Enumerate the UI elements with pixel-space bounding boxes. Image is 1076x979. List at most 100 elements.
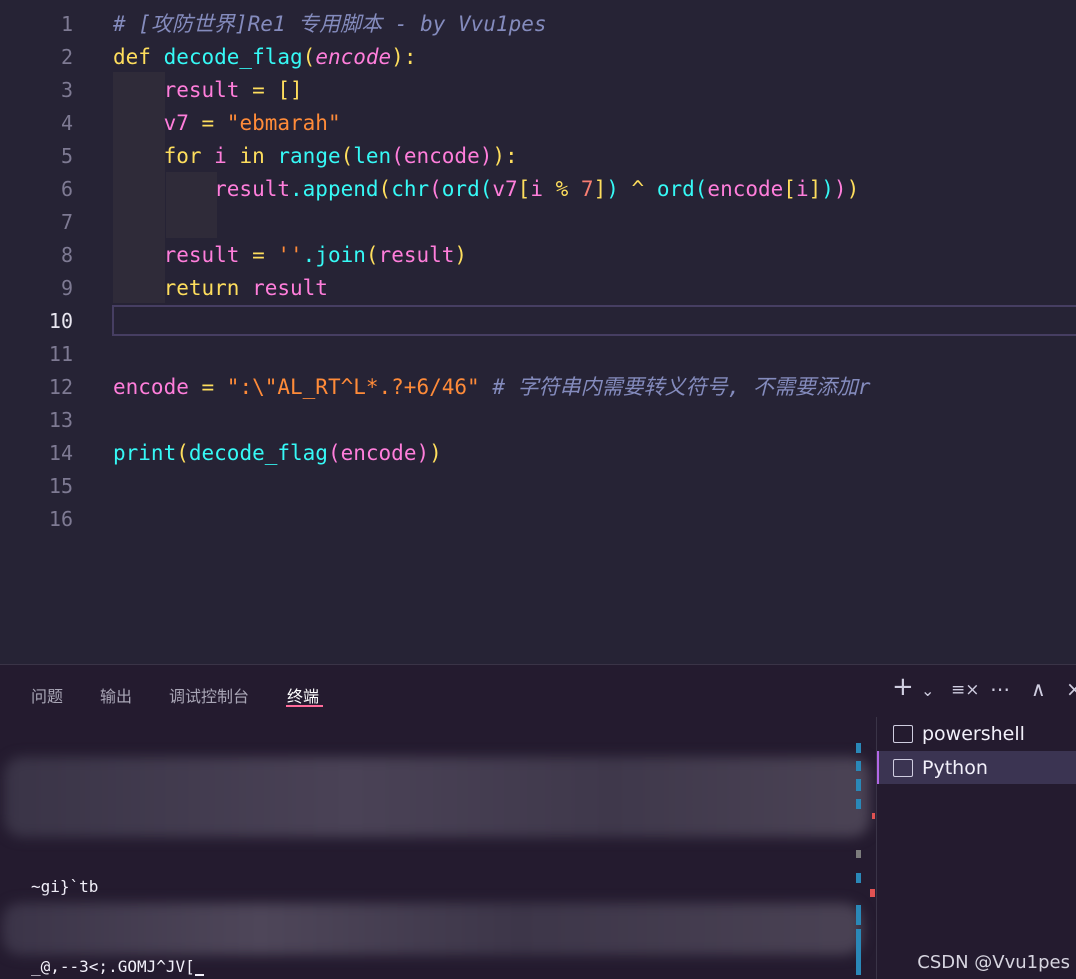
code-token: range <box>277 144 341 168</box>
code-line[interactable]: 13 <box>0 404 1076 437</box>
code-token: ) <box>846 177 860 201</box>
tab-output[interactable]: 输出 <box>100 683 132 707</box>
line-number: 3 <box>60 78 73 102</box>
code-line[interactable]: 7 <box>0 206 1076 239</box>
code-token: ) <box>416 441 430 465</box>
code-token: % <box>555 177 581 201</box>
code-token: ] <box>593 177 607 201</box>
code-token: for <box>113 144 215 168</box>
code-token: = <box>188 375 227 399</box>
scroll-marker <box>856 743 861 753</box>
chevron-down-icon[interactable]: ⌄ <box>921 681 934 700</box>
code-token: 7 <box>580 177 594 201</box>
code-token: ) <box>833 177 847 201</box>
terminal-item-python[interactable]: Python <box>877 751 1076 784</box>
active-tab-underline <box>286 705 323 707</box>
more-actions-icon[interactable]: ⋯ <box>990 677 1010 701</box>
code-token: ( <box>429 177 442 201</box>
clear-terminal-icon[interactable]: ≡× <box>951 680 980 700</box>
scroll-marker <box>856 799 861 809</box>
code-line[interactable]: 3 result = [] <box>0 74 1076 107</box>
code-token: encode <box>707 177 784 201</box>
line-number: 15 <box>48 474 73 498</box>
code-line[interactable]: 16 <box>0 503 1076 536</box>
code-token: ( <box>302 45 316 69</box>
line-number: 16 <box>48 507 73 531</box>
terminal-scroll-markers <box>856 717 875 979</box>
terminal-area[interactable]: ~gi}`tb _@,--3<;.GOMJ^JV[ <box>0 717 870 979</box>
code-line[interactable]: 1 # [攻防世界]Re1 专用脚本 - by Vvu1pes <box>0 8 1076 41</box>
code-line[interactable]: 9 return result <box>0 272 1076 305</box>
code-token: decode_flag <box>163 45 303 69</box>
add-terminal-icon[interactable]: + <box>892 672 914 702</box>
code-text: for i in range(len(encode)): <box>113 140 518 173</box>
scroll-marker-error <box>870 889 875 897</box>
code-token: result <box>378 243 455 267</box>
code-line[interactable]: 8 result = ''.join(result) <box>0 239 1076 272</box>
code-line[interactable]: 15 <box>0 470 1076 503</box>
code-token: result <box>113 243 240 267</box>
code-token: ( <box>340 144 354 168</box>
code-token: in <box>239 144 278 168</box>
line-number: 4 <box>60 111 73 135</box>
maximize-panel-icon[interactable]: ∧ <box>1031 677 1046 701</box>
code-token: len <box>353 144 392 168</box>
terminal-icon <box>893 724 913 743</box>
bottom-panel: 问题 输出 调试控制台 终端 + ⌄ ≡× ⋯ ∧ × ~gi}`tb _@,-… <box>0 664 1076 979</box>
close-panel-icon[interactable]: × <box>1066 677 1076 701</box>
tab-strip-remnant <box>0 0 300 4</box>
code-token: result <box>252 276 328 300</box>
code-token: encode <box>403 144 480 168</box>
code-text: encode = ":\"AL_RT^L*.?+6/46" # 字符串内需要转义… <box>113 371 871 404</box>
line-number: 9 <box>60 276 73 300</box>
code-token: i <box>795 177 809 201</box>
code-token: chr <box>391 177 430 201</box>
code-token: [ <box>517 177 531 201</box>
code-text: print(decode_flag(encode)) <box>113 437 442 470</box>
code-token: = <box>239 243 278 267</box>
code-line[interactable]: 10 <box>0 305 1076 338</box>
code-line[interactable]: 4 v7 = "ebmarah" <box>0 107 1076 140</box>
code-line[interactable]: 14 print(decode_flag(encode)) <box>0 437 1076 470</box>
terminal-item-powershell[interactable]: powershell <box>877 717 1076 750</box>
code-line[interactable]: 12 encode = ":\"AL_RT^L*.?+6/46" # 字符串内需要… <box>0 371 1076 404</box>
code-token: ( <box>365 243 379 267</box>
code-token: [ <box>783 177 796 201</box>
tab-problems[interactable]: 问题 <box>31 683 63 707</box>
code-token: .append <box>290 177 379 201</box>
code-line[interactable]: 5 for i in range(len(encode)): <box>0 140 1076 173</box>
code-token: encode <box>315 45 392 69</box>
code-text: result = [] <box>113 74 303 107</box>
scroll-marker <box>856 779 861 791</box>
code-token: ) <box>454 243 468 267</box>
redacted-output <box>2 903 862 955</box>
terminal-list: powershell Python <box>876 717 1076 979</box>
code-token: ): <box>492 144 518 168</box>
code-line[interactable]: 2 def decode_flag(encode): <box>0 41 1076 74</box>
terminal-item-label: Python <box>922 756 988 779</box>
tab-terminal[interactable]: 终端 <box>287 683 319 707</box>
code-token: ): <box>391 45 417 69</box>
code-token: i <box>214 144 240 168</box>
code-token: result <box>113 177 291 201</box>
terminal-icon <box>893 758 913 777</box>
code-token: ^ <box>618 177 657 201</box>
code-text: result = ''.join(result) <box>113 239 468 272</box>
code-line[interactable]: 6 result.append(chr(ord(v7[i % 7]) ^ ord… <box>0 173 1076 206</box>
panel-tabs: 问题 输出 调试控制台 终端 + ⌄ ≡× ⋯ ∧ × <box>0 665 1076 717</box>
code-editor[interactable]: 1 # [攻防世界]Re1 专用脚本 - by Vvu1pes 2 def decod… <box>0 0 1076 664</box>
code-token: result <box>113 78 240 102</box>
scroll-marker <box>856 761 861 771</box>
code-token: ( <box>694 177 708 201</box>
watermark: CSDN @Vvu1pes <box>917 952 1070 973</box>
terminal-item-label: powershell <box>922 722 1025 745</box>
scroll-marker-error <box>872 813 875 819</box>
tab-debug-console[interactable]: 调试控制台 <box>169 683 249 707</box>
code-token: '' <box>277 243 303 267</box>
line-number: 14 <box>48 441 73 465</box>
code-line[interactable]: 11 <box>0 338 1076 371</box>
code-token: print <box>113 441 177 465</box>
code-token: # 字符串内需要转义符号, 不需要添加r <box>479 375 871 399</box>
line-number: 1 <box>60 12 73 36</box>
terminal-cursor <box>194 974 204 976</box>
